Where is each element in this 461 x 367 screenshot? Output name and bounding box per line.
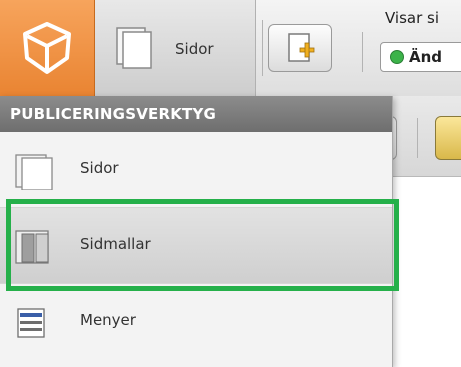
menu-item-menyer[interactable]: Menyer (0, 284, 392, 360)
top-toolbar: Sidor Visar si Änd (0, 0, 461, 97)
toolbar-divider (417, 118, 418, 158)
viewing-label: Visar si (385, 9, 440, 27)
new-page-plus-icon (288, 33, 315, 62)
toolbar-divider (262, 20, 263, 76)
tab-sidor-label: Sidor (175, 40, 214, 58)
new-page-button[interactable] (268, 24, 332, 72)
app-logo-button[interactable] (0, 0, 95, 96)
menu-header: PUBLICERINGSVERKTYG (0, 96, 392, 132)
version-status-label: Änd (409, 48, 443, 66)
menu-item-label: Menyer (80, 311, 136, 329)
publishing-tools-menu: PUBLICERINGSVERKTYG Sidor Sidmallar Meny… (0, 96, 393, 367)
menu-item-label: Sidor (80, 159, 119, 177)
menu-item-sidmallar[interactable]: Sidmallar (0, 208, 392, 284)
page-templates-icon (15, 230, 49, 264)
toolbar-divider (362, 32, 363, 72)
menu-list-icon (17, 308, 45, 338)
toolbar-button-yellow[interactable] (435, 116, 461, 160)
version-status-selector[interactable]: Änd (380, 42, 461, 72)
single-page-icon (15, 154, 53, 190)
status-green-dot-icon (390, 50, 404, 64)
menu-item-sidor[interactable]: Sidor (0, 132, 392, 208)
menu-item-label: Sidmallar (80, 235, 151, 253)
tab-sidor[interactable]: Sidor (95, 0, 256, 96)
cube-logo-icon (23, 22, 71, 74)
page-icon (116, 27, 152, 69)
